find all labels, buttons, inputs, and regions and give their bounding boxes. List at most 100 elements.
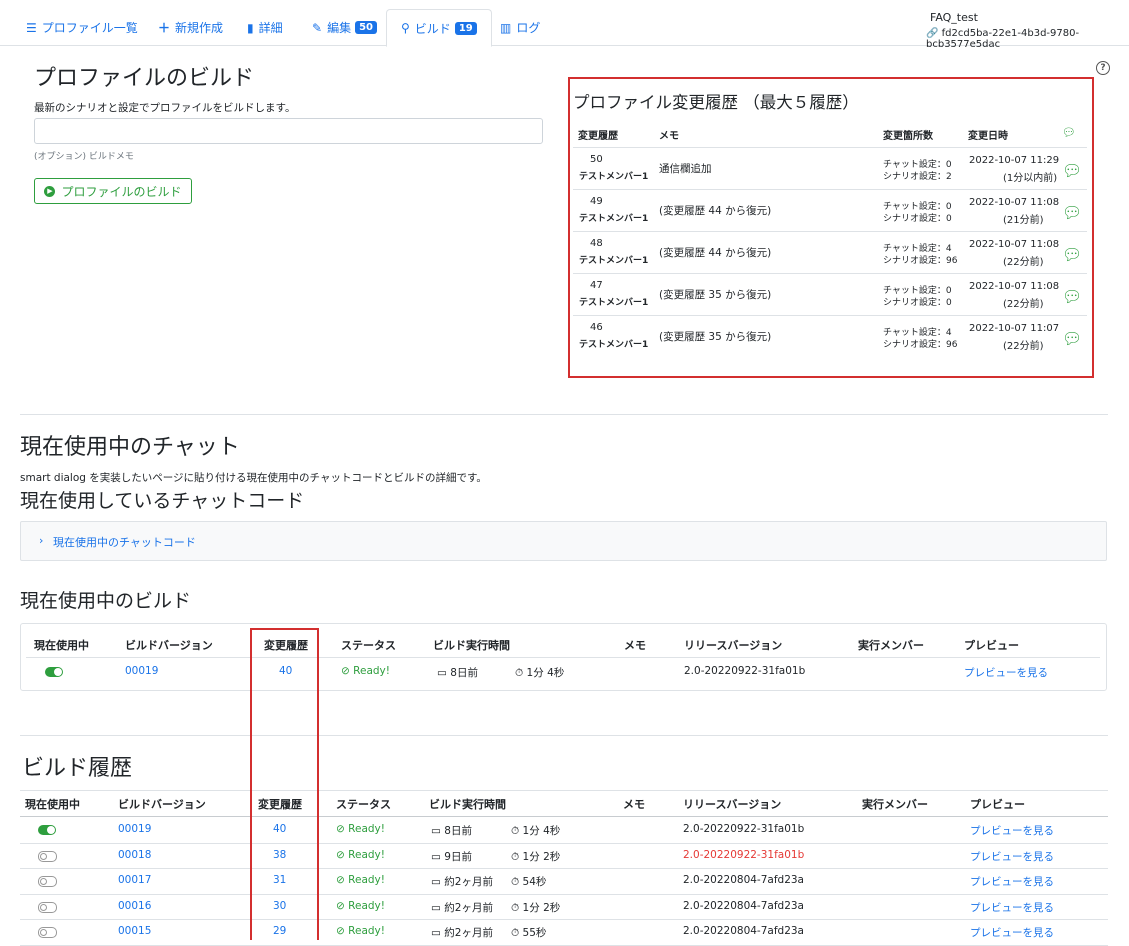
release-version: 2.0-20220804-7afd23a <box>683 925 804 938</box>
tab-new[interactable]: ＋新規作成 <box>158 10 223 45</box>
row-divider <box>20 919 1108 921</box>
comment-icon[interactable]: 💬︎ <box>1062 161 1082 180</box>
comment-icon[interactable]: 💬︎ <box>1062 287 1082 306</box>
check-circle-icon: ⊘ <box>336 823 345 835</box>
active-toggle[interactable] <box>38 927 57 939</box>
history-row: 46 テストメンバー1 (変更履歴 35 から復元) チャット設定：4 シナリオ… <box>573 315 1087 358</box>
status-ready: ⊘ Ready! <box>336 823 385 835</box>
row-divider <box>20 893 1108 895</box>
history-header-count: 変更箇所数 <box>883 131 933 142</box>
build-version-link[interactable]: 00019 <box>118 823 151 835</box>
stopwatch-icon: ⏱︎ <box>511 825 520 837</box>
status-ready: ⊘ Ready! <box>336 925 385 938</box>
check-circle-icon: ⊘ <box>336 925 345 938</box>
comment-icon[interactable]: 💬︎ <box>1062 245 1082 264</box>
tab-detail[interactable]: ▮ 詳細 <box>247 10 283 45</box>
profile-id[interactable]: 🔗 fd2cd5ba-22e1-4b3d-9780-bcb3577e5dac <box>926 28 1129 50</box>
check-circle-icon: ⊘ <box>341 665 350 677</box>
change-history-title: プロファイル変更履歴 （最大５履歴） <box>573 93 859 112</box>
help-icon[interactable]: ? <box>1096 61 1110 75</box>
tab-log[interactable]: ▥ ログ <box>500 10 540 45</box>
status-ready: ⊘ Ready! <box>341 665 390 677</box>
file-icon: ▮ <box>247 20 254 35</box>
preview-link[interactable]: プレビューを見る <box>970 925 1054 940</box>
edit-icon: ✎ <box>312 20 323 35</box>
chat-code-title: 現在使用しているチャットコード <box>20 490 305 512</box>
stopwatch-icon: ⏱︎ <box>511 876 520 889</box>
current-build-table: 現在使用中 ビルドバージョン 変更履歴 ステータス ビルド実行時間 メモ リリー… <box>20 623 1107 691</box>
stopwatch-icon: ⏱︎ <box>511 850 520 863</box>
status-ready: ⊘ Ready! <box>336 899 385 912</box>
play-icon: ▶ <box>44 185 56 197</box>
highlight-frame <box>250 628 319 940</box>
edit-count-badge: 50 <box>355 21 377 34</box>
build-version-link[interactable]: 00016 <box>118 900 151 912</box>
divider <box>20 735 1108 736</box>
history-row: 50 テストメンバー1 通信欄追加 チャット設定：0 シナリオ設定：2 2022… <box>573 147 1087 190</box>
calendar-icon: ▭ <box>431 825 441 837</box>
chevron-right-icon: › <box>39 534 44 547</box>
change-history-panel: プロファイル変更履歴 （最大５履歴） 変更履歴 メモ 変更箇所数 変更日時 💬︎… <box>568 77 1094 378</box>
history-header-num: 変更履歴 <box>578 131 618 142</box>
link-icon: 🔗 <box>926 28 939 39</box>
tab-build[interactable]: ⚲ ビルド 19 <box>386 9 492 47</box>
plus-icon: ＋ <box>158 21 171 35</box>
status-ready: ⊘ Ready! <box>336 848 385 861</box>
history-row: 48 テストメンバー1 (変更履歴 44 から復元) チャット設定：4 シナリオ… <box>573 231 1087 274</box>
history-row: 49 テストメンバー1 (変更履歴 44 から復元) チャット設定：0 シナリオ… <box>573 189 1087 232</box>
preview-link[interactable]: プレビューを見る <box>970 900 1054 915</box>
preview-link[interactable]: プレビューを見る <box>970 874 1054 889</box>
chart-icon: ▥ <box>500 20 512 35</box>
top-nav: ☰ プロファイル一覧 ＋新規作成 ▮ 詳細 ✎ 編集 50 ⚲ ビルド 19 ▥ ログ FAQ… <box>0 0 1129 50</box>
preview-link[interactable]: プレビューを見る <box>964 665 1048 680</box>
calendar-icon: ▭ <box>431 876 441 889</box>
active-toggle[interactable] <box>38 876 57 888</box>
build-history-title: ビルド履歴 <box>22 756 133 781</box>
check-circle-icon: ⊘ <box>336 848 345 861</box>
calendar-icon: ▭ <box>431 927 441 940</box>
row-divider <box>20 868 1108 870</box>
tab-profile-list[interactable]: ☰ プロファイル一覧 <box>26 10 138 45</box>
tab-edit[interactable]: ✎ 編集 50 <box>312 10 377 45</box>
calendar-icon: ▭ <box>437 667 447 679</box>
calendar-icon: ▭ <box>431 850 441 863</box>
active-toggle[interactable] <box>45 667 63 677</box>
current-chat-description: smart dialog を実装したいページに貼り付ける現在使用中のチャットコー… <box>20 472 487 484</box>
build-title: プロファイルのビルド <box>34 66 255 91</box>
active-toggle[interactable] <box>38 850 57 862</box>
build-version-link[interactable]: 00015 <box>118 925 151 937</box>
preview-link[interactable]: プレビューを見る <box>970 849 1054 864</box>
current-build-title: 現在使用中のビルド <box>20 590 192 612</box>
preview-link[interactable]: プレビューを見る <box>970 823 1054 838</box>
divider <box>20 414 1108 415</box>
comment-icon: 💬︎ <box>1062 126 1076 139</box>
current-chat-title: 現在使用中のチャット <box>20 435 240 460</box>
check-circle-icon: ⊘ <box>336 899 345 912</box>
active-toggle[interactable] <box>38 825 56 835</box>
active-toggle[interactable] <box>38 901 57 913</box>
chat-code-toggle: 現在使用中のチャットコード <box>53 536 196 549</box>
stopwatch-icon: ⏱︎ <box>515 667 524 679</box>
build-description: 最新のシナリオと設定でプロファイルをビルドします。 <box>34 102 296 114</box>
row-divider <box>20 842 1108 844</box>
chat-code-accordion[interactable]: › 現在使用中のチャットコード <box>20 521 1107 561</box>
build-version-link[interactable]: 00017 <box>118 874 151 886</box>
history-row: 47 テストメンバー1 (変更履歴 35 から復元) チャット設定：0 シナリオ… <box>573 273 1087 316</box>
build-memo-help: (オプション) ビルドメモ <box>34 152 134 162</box>
status-ready: ⊘ Ready! <box>336 874 385 887</box>
build-count-badge: 19 <box>454 21 477 35</box>
release-version: 2.0-20220804-7afd23a <box>683 899 804 912</box>
release-version: 2.0-20220804-7afd23a <box>683 874 804 887</box>
comment-icon[interactable]: 💬︎ <box>1062 203 1082 222</box>
release-version: 2.0-20220922-31fa01b <box>683 848 805 861</box>
build-version-link[interactable]: 00019 <box>125 665 158 677</box>
build-memo-input[interactable] <box>34 118 543 144</box>
check-circle-icon: ⊘ <box>336 874 345 887</box>
profile-name: FAQ_test <box>930 11 978 24</box>
release-version: 2.0-20220922-31fa01b <box>683 823 805 835</box>
build-version-link[interactable]: 00018 <box>118 849 151 861</box>
comment-icon[interactable]: 💬︎ <box>1062 329 1082 348</box>
stopwatch-icon: ⏱︎ <box>511 901 520 914</box>
history-header-date: 変更日時 <box>968 131 1008 142</box>
build-profile-button[interactable]: ▶ プロファイルのビルド <box>34 178 192 204</box>
